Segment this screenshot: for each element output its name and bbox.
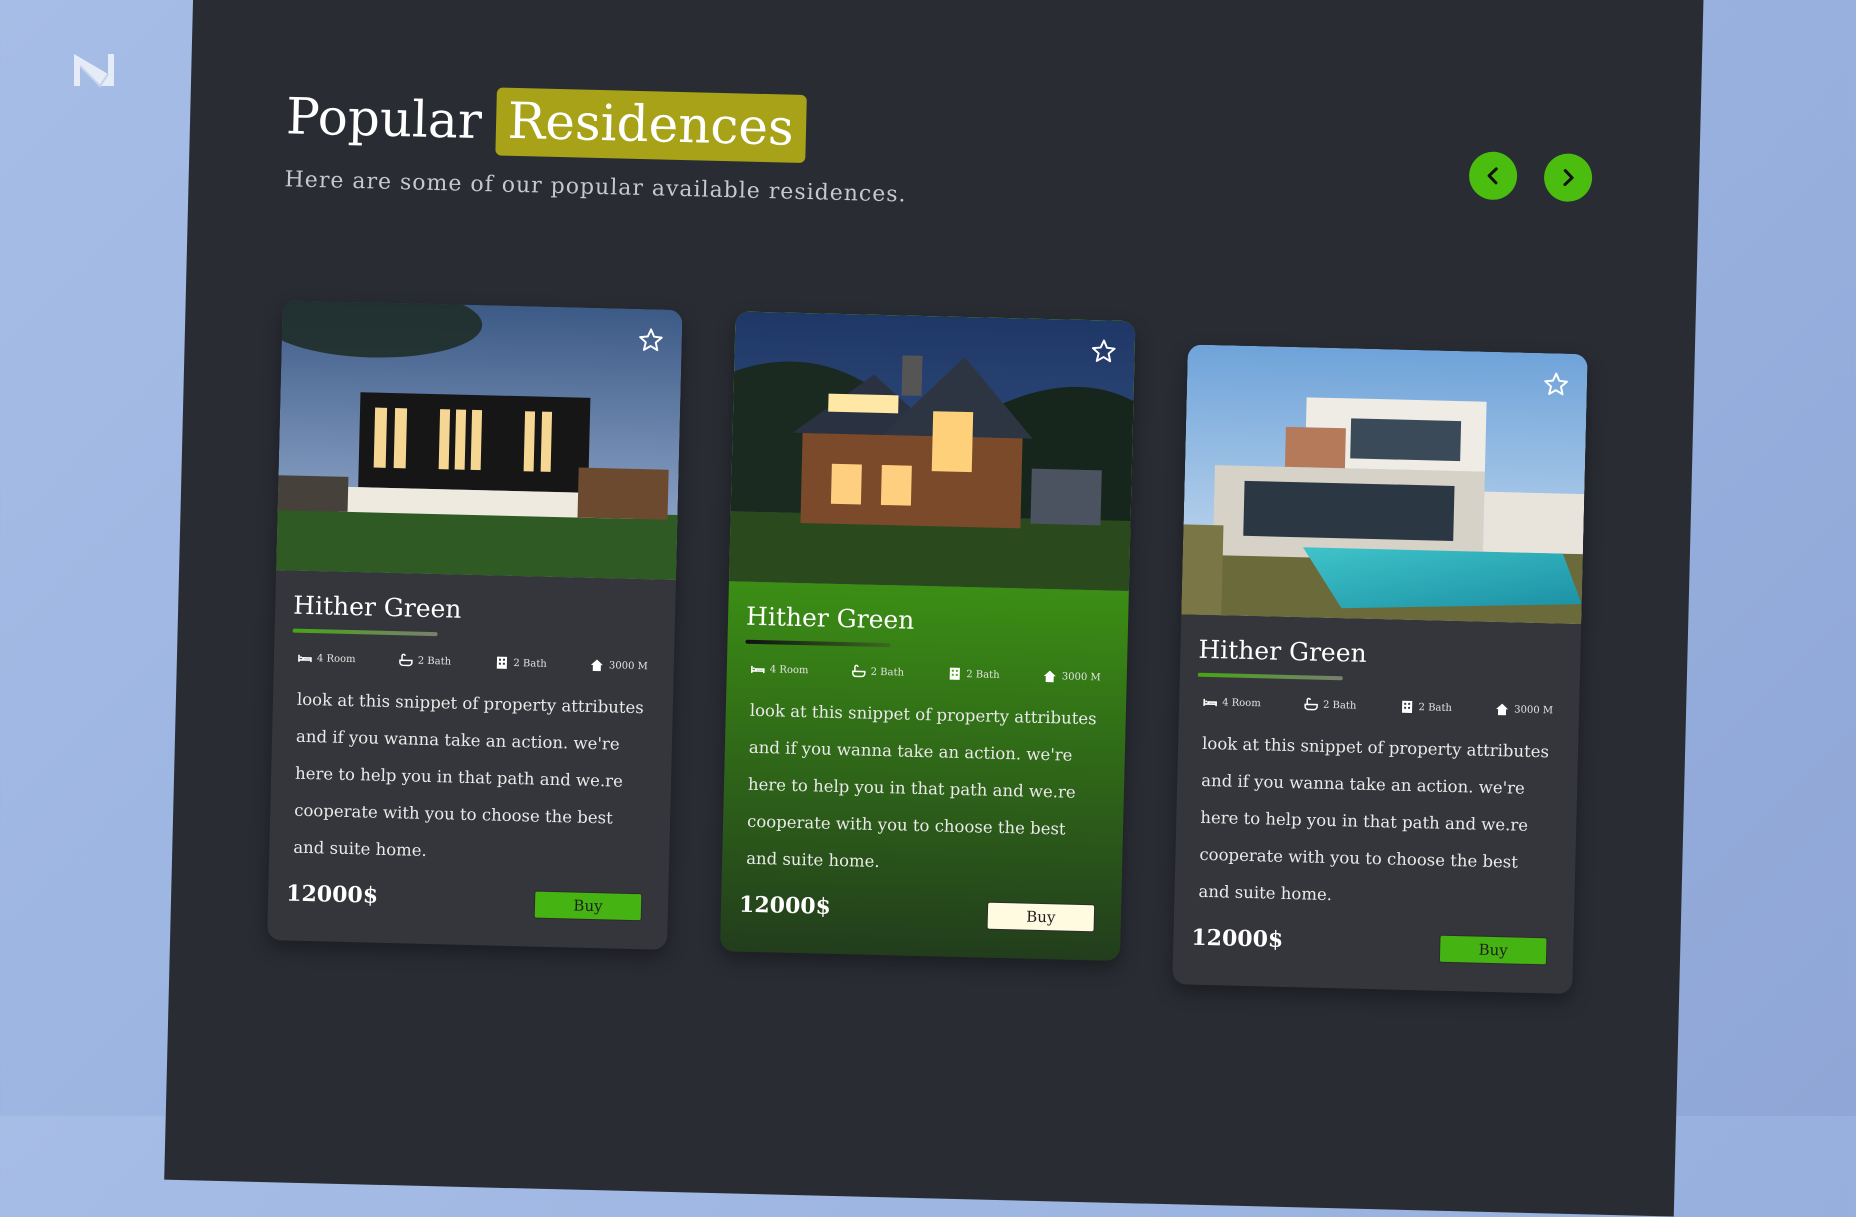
bed-icon xyxy=(298,654,312,663)
title-highlight: Residences xyxy=(494,87,807,163)
name-underline xyxy=(1197,672,1343,681)
bed-icon xyxy=(750,665,765,674)
carousel-next-button[interactable] xyxy=(1543,153,1593,203)
attr-area: 3000 M xyxy=(1495,702,1553,717)
residence-photo xyxy=(276,300,683,580)
chevron-left-icon xyxy=(1487,167,1498,185)
attr-bath: 2 Bath xyxy=(851,664,905,679)
bathtub-icon xyxy=(399,653,413,667)
residence-photo xyxy=(1181,344,1588,625)
main-panel: Popular Residences Here are some of our … xyxy=(164,0,1704,1217)
building-icon xyxy=(1401,700,1412,713)
attribute-row: 4 Room 2 Bath 2 Bath 3000 M xyxy=(750,662,1101,685)
title-word: Popular xyxy=(285,87,483,151)
name-underline xyxy=(745,639,891,648)
attribute-row: 4 Room 2 Bath 2 Bath 3000 M xyxy=(1203,695,1553,718)
attr-bath: 2 Bath xyxy=(1304,697,1357,712)
residence-card[interactable]: Hither Green 4 Room 2 Bath 2 Bath 3000 M… xyxy=(1172,344,1588,994)
attr-floors: 2 Bath xyxy=(1399,700,1452,715)
bed-icon xyxy=(1203,698,1217,707)
attr-rooms: 4 Room xyxy=(750,662,809,677)
bathtub-icon xyxy=(851,664,866,678)
section-title: Popular Residences xyxy=(285,82,807,163)
building-icon xyxy=(949,667,960,680)
attr-bath: 2 Bath xyxy=(399,653,452,668)
carousel-prev-button[interactable] xyxy=(1468,151,1518,201)
residence-photo xyxy=(728,311,1136,592)
buy-button[interactable]: Buy xyxy=(533,890,643,922)
residence-name: Hither Green xyxy=(292,590,462,624)
residence-price: 12000$ xyxy=(285,880,379,909)
residence-name: Hither Green xyxy=(1198,634,1368,668)
section-subtitle: Here are some of our popular available r… xyxy=(284,167,907,208)
building-icon xyxy=(496,656,507,669)
home-icon xyxy=(591,659,604,672)
buy-button[interactable]: Buy xyxy=(1438,934,1548,966)
bathtub-icon xyxy=(1304,697,1318,711)
favorite-star-icon[interactable] xyxy=(1090,338,1117,365)
chevron-right-icon xyxy=(1563,169,1574,187)
residence-name: Hither Green xyxy=(745,601,915,635)
attribute-row: 4 Room 2 Bath 2 Bath 3000 M xyxy=(298,651,648,674)
favorite-star-icon[interactable] xyxy=(638,327,665,354)
home-icon xyxy=(1043,670,1056,683)
attr-floors: 2 Bath xyxy=(494,656,547,671)
residence-description: look at this snippet of property attribu… xyxy=(293,689,644,860)
attr-floors: 2 Bath xyxy=(947,667,1000,682)
attr-rooms: 4 Room xyxy=(298,651,356,666)
brand-logo-icon xyxy=(74,54,114,88)
home-icon xyxy=(1496,703,1509,716)
favorite-star-icon[interactable] xyxy=(1543,371,1570,398)
residence-description: look at this snippet of property attribu… xyxy=(1198,733,1550,905)
residence-price: 12000$ xyxy=(738,891,832,920)
buy-button[interactable]: Buy xyxy=(986,901,1096,933)
attr-area: 3000 M xyxy=(590,658,648,673)
residence-card-featured[interactable]: Hither Green 4 Room 2 Bath 2 Bath 3000 M… xyxy=(719,311,1136,961)
residence-description: look at this snippet of property attribu… xyxy=(745,700,1097,872)
residence-card[interactable]: Hither Green 4 Room 2 Bath 2 Bath 3000 M… xyxy=(267,300,683,950)
residence-price: 12000$ xyxy=(1191,924,1284,953)
attr-area: 3000 M xyxy=(1043,669,1101,684)
attr-rooms: 4 Room xyxy=(1203,695,1261,710)
name-underline xyxy=(292,628,438,637)
